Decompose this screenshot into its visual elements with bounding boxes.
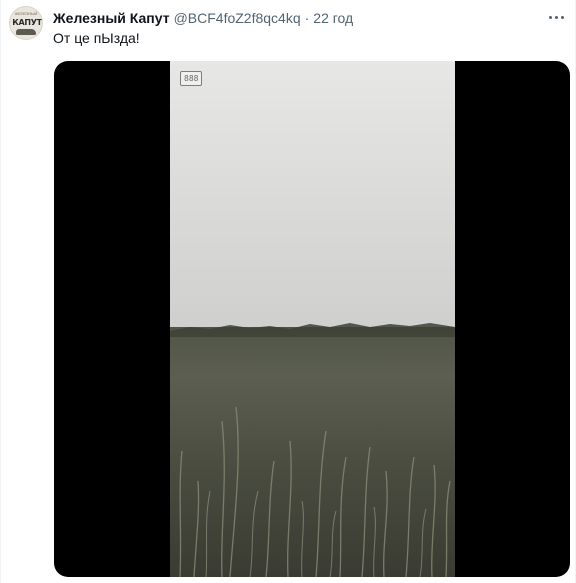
avatar-top-text: ЖЕЛЕЗНЫЙ	[14, 11, 38, 16]
video-overlay-badge: 888	[180, 71, 203, 86]
tweet[interactable]: ЖЕЛЕЗНЫЙ КАПУТ Железный Капут @BCF4foZ2f…	[0, 0, 576, 583]
separator-dot: ·	[304, 10, 310, 26]
author-name[interactable]: Железный Капут	[53, 10, 170, 26]
more-dot	[548, 15, 552, 19]
tweet-text: От це пЫзда!	[53, 30, 140, 46]
avatar-logo-text: КАПУТ	[12, 18, 42, 27]
more-dots-icon[interactable]	[545, 10, 567, 24]
more-dot	[560, 15, 564, 19]
avatar[interactable]: ЖЕЛЕЗНЫЙ КАПУТ	[9, 6, 43, 40]
video-scene-illustration	[170, 323, 455, 577]
tweet-time[interactable]: 22 год	[313, 10, 353, 26]
video-player[interactable]: 888	[54, 61, 570, 577]
avatar-car-shape	[16, 29, 36, 35]
more-dot	[554, 15, 558, 19]
author-handle[interactable]: @BCF4foZ2f8qc4kq	[174, 10, 301, 26]
video-frame[interactable]: 888	[170, 61, 455, 577]
tweet-header: Железный Капут @BCF4foZ2f8qc4kq · 22 год	[53, 9, 353, 27]
